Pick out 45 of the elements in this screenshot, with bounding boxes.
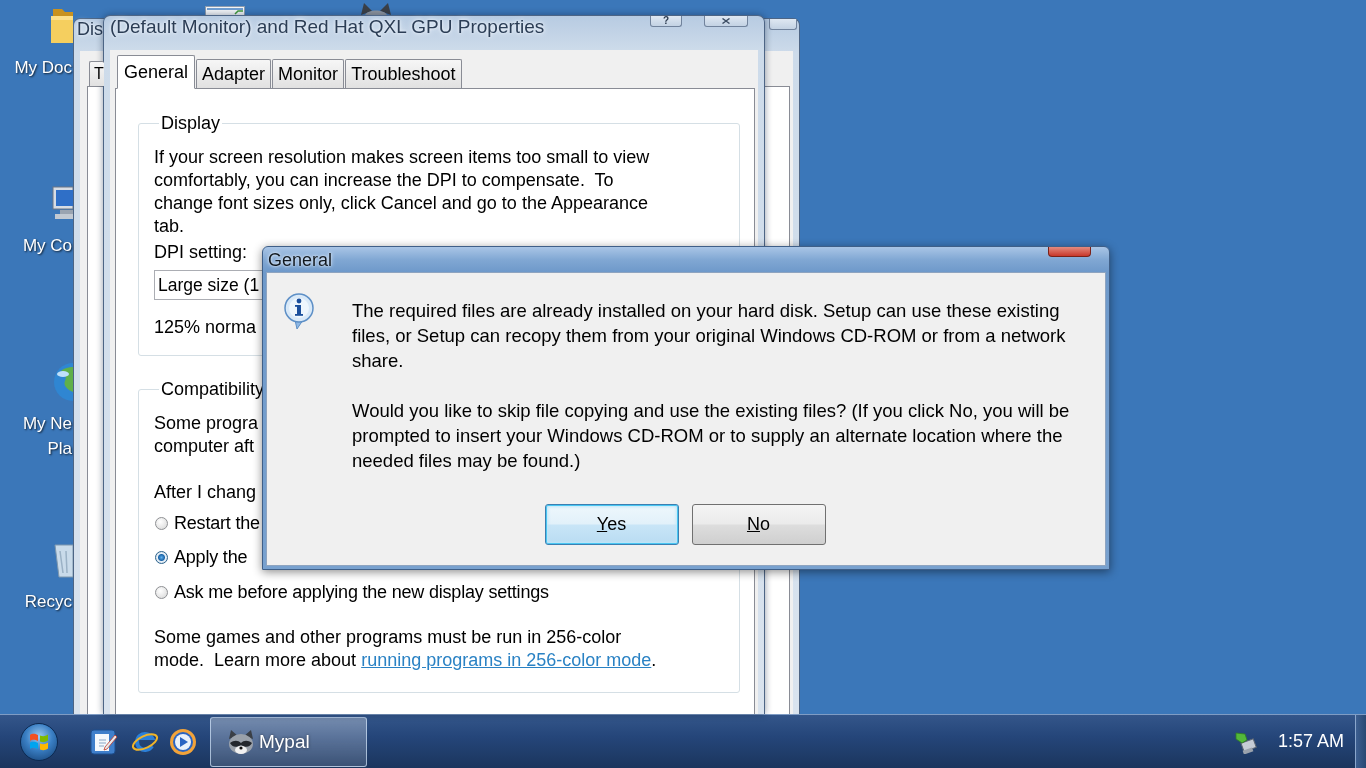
start-button[interactable] — [20, 722, 58, 761]
taskbar-button[interactable]: Mypal — [210, 716, 367, 767]
dpi-note: 125% norma — [154, 316, 257, 339]
radio-button[interactable]: Apply the — [154, 540, 248, 575]
group-title: Compatibility — [160, 379, 266, 399]
compatibility-note: Some games and other programs must be run in 256-color mode. Learn more about running programs in 256-color mode. — [154, 626, 658, 672]
tab[interactable]: T — [89, 61, 104, 86]
help-link[interactable]: running programs in 256-color mode — [361, 650, 652, 670]
dialog-title: General — [268, 249, 333, 270]
close-icon — [722, 18, 730, 24]
shortcut-label: My Doc — [14, 57, 73, 79]
shortcut-label: My Co — [22, 235, 73, 257]
decline-button[interactable]: No — [691, 504, 826, 545]
radio-button[interactable]: Restart the — [154, 506, 260, 540]
show-desktop-button[interactable] — [1355, 715, 1366, 768]
shortcut-label: Recyc — [24, 591, 73, 613]
message-text: Would you like to skip file copying and use the existing files? (If you click No, you will be prompted to insert your Windows CD-ROM or to supply an alternate location where the needed files may be found.) — [352, 399, 1071, 473]
window-title: Dis — [77, 20, 103, 39]
document-pen-icon[interactable] — [90, 727, 118, 756]
play-circle-icon[interactable] — [169, 727, 197, 756]
dpi-dropdown[interactable]: Large size (1 — [154, 270, 262, 300]
tab[interactable]: Troubleshoot — [345, 59, 462, 88]
compatibility-description: Some progra computer aft — [154, 412, 259, 458]
close-button[interactable] — [769, 19, 797, 30]
close-button[interactable] — [1048, 247, 1091, 257]
shortcut-label: My Ne Pla — [22, 413, 73, 460]
options-label: After I chang — [154, 481, 257, 504]
dpi-label: DPI setting: — [154, 241, 248, 264]
info-icon — [283, 293, 315, 330]
confirm-button[interactable]: Yes — [544, 504, 679, 545]
window-icon[interactable] — [205, 6, 245, 15]
tab[interactable]: General — [117, 55, 196, 89]
flag-icon — [29, 731, 49, 752]
close-button[interactable] — [704, 16, 748, 27]
network-computer-icon[interactable] — [1233, 729, 1258, 754]
raccoon-icon — [226, 728, 256, 755]
display-description: If your screen resolution makes screen items too small to view comfortably, you can increase the DPI to compensate. To change font sizes only, click Cancel and go to the Appearance tab. — [154, 146, 651, 238]
group-title: Display — [160, 113, 222, 133]
message-text: The required files are already installed on your hard disk. Setup can use these existing files, or Setup can recopy them from your original Windows CD-ROM or from a network share. — [352, 299, 1067, 373]
radio-button[interactable]: Ask me before applying the new display settings — [154, 575, 549, 610]
help-button[interactable]: ? — [650, 16, 682, 27]
clock[interactable]: 1:57 AM — [1277, 731, 1344, 752]
tab[interactable]: Adapter — [196, 59, 272, 88]
tab[interactable]: Monitor — [272, 59, 345, 88]
window-title: (Default Monitor) and Red Hat QXL GPU Properties — [110, 17, 545, 36]
